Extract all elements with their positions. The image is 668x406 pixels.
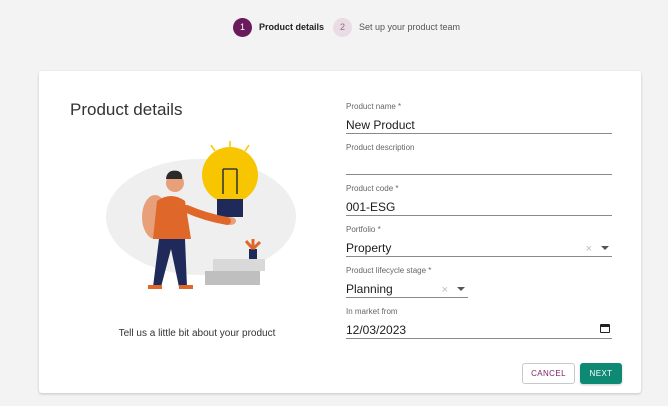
cancel-button[interactable]: CANCEL	[522, 363, 575, 384]
step-number-badge: 2	[333, 17, 352, 37]
product-description-field[interactable]: Product description	[346, 143, 612, 175]
clear-icon[interactable]: ×	[586, 240, 592, 258]
plant-pot	[249, 249, 257, 259]
portfolio-select[interactable]: Property ×	[346, 239, 612, 257]
product-code-input[interactable]: 001-ESG	[346, 198, 612, 216]
shoe-left	[148, 285, 162, 289]
in-market-from-input[interactable]: 12/03/2023	[346, 321, 612, 339]
product-code-field[interactable]: Product code * 001-ESG	[346, 184, 612, 216]
lifecycle-stage-select[interactable]: Planning ×	[346, 280, 468, 298]
in-market-from-label: In market from	[346, 307, 398, 316]
product-name-label: Product name *	[346, 102, 402, 111]
product-name-field[interactable]: Product name * New Product	[346, 102, 612, 134]
in-market-from-field[interactable]: In market from 12/03/2023	[346, 307, 612, 339]
step-product-details[interactable]: 1 Product details	[233, 16, 324, 38]
step-label: Product details	[259, 22, 325, 32]
block-top	[213, 259, 265, 271]
step-label: Set up your product team	[359, 22, 461, 32]
step-number-badge: 1	[233, 17, 252, 37]
bulb-glass	[202, 147, 258, 203]
product-details-card: Product details Tell us a little bit abo…	[39, 71, 641, 393]
lightbulb-illustration	[106, 141, 296, 289]
page-title: Product details	[70, 100, 183, 119]
product-code-label: Product code *	[346, 184, 399, 193]
next-button[interactable]: NEXT	[580, 363, 622, 384]
clear-icon[interactable]: ×	[442, 281, 448, 299]
shoe-right	[179, 285, 193, 289]
portfolio-value: Property	[346, 241, 392, 255]
in-market-from-value: 12/03/2023	[346, 323, 407, 337]
block-bottom	[205, 271, 260, 285]
stepper: 1 Product details 2 Set up your product …	[0, 16, 668, 38]
tagline: Tell us a little bit about your product	[118, 328, 276, 339]
product-description-input[interactable]	[346, 157, 612, 175]
step-product-team[interactable]: 2 Set up your product team	[333, 16, 460, 38]
product-name-input[interactable]: New Product	[346, 116, 612, 134]
chevron-down-icon[interactable]	[457, 287, 465, 291]
lifecycle-stage-field[interactable]: Product lifecycle stage * Planning ×	[346, 266, 468, 298]
calendar-icon[interactable]	[600, 324, 610, 333]
chevron-down-icon[interactable]	[601, 246, 609, 250]
lifecycle-stage-label: Product lifecycle stage *	[346, 266, 432, 275]
portfolio-label: Portfolio *	[346, 225, 381, 234]
lifecycle-stage-value: Planning	[346, 282, 393, 296]
portfolio-field[interactable]: Portfolio * Property ×	[346, 225, 612, 257]
bulb-base	[217, 199, 243, 217]
product-description-label: Product description	[346, 143, 415, 152]
